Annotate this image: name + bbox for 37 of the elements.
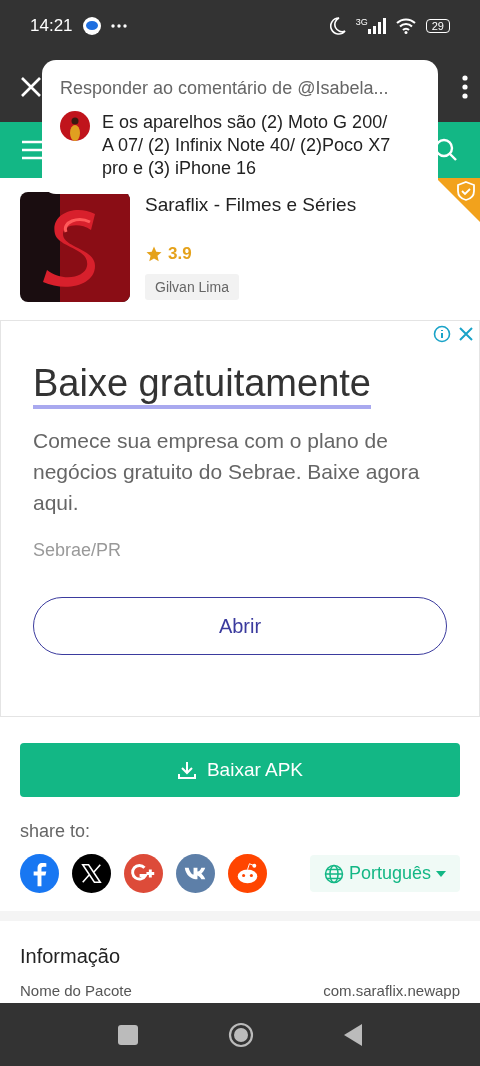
clock-time: 14:21 [30, 16, 73, 36]
google-icon[interactable] [124, 854, 163, 893]
ad-source: Sebrae/PR [33, 540, 123, 561]
facebook-icon[interactable] [20, 854, 59, 893]
recents-icon[interactable] [118, 1024, 138, 1045]
app-title: Saraflix - Filmes e Séries [145, 194, 357, 216]
avatar [60, 111, 90, 141]
ad-headline: Baixe gratuitamente [33, 361, 371, 409]
moon-icon [329, 17, 346, 35]
more-vertical-icon[interactable] [462, 75, 468, 99]
network-type: 3G [355, 17, 368, 27]
reddit-icon[interactable] [228, 854, 267, 893]
wifi-icon [395, 18, 416, 34]
close-icon[interactable] [20, 76, 42, 98]
home-icon[interactable] [228, 1021, 254, 1048]
signal-icon [367, 18, 386, 34]
back-icon[interactable] [344, 1023, 362, 1046]
info-icon[interactable] [433, 325, 451, 343]
star-icon [145, 245, 163, 263]
rating-value: 3.9 [168, 244, 192, 264]
info-label: Nome do Pacote [20, 982, 132, 999]
vk-icon[interactable] [176, 854, 215, 893]
caret-icon [436, 870, 446, 877]
section-heading: Informação [20, 945, 122, 968]
x-icon[interactable] [72, 854, 111, 893]
globe-icon [323, 863, 344, 884]
download-icon [176, 760, 197, 780]
open-button[interactable]: Abrir [33, 597, 447, 655]
info-value: com.saraflix.newapp [323, 982, 460, 999]
more-icon [110, 24, 127, 28]
popup-title: Responder ao comentário de @Isabela... [60, 78, 390, 99]
share-label: share to: [20, 821, 92, 842]
author-tag[interactable]: Gilvan Lima [145, 274, 239, 300]
battery-level: 29 [425, 19, 450, 33]
messenger-icon [82, 17, 101, 35]
ad-text: Comece sua empresa com o plano de negócios gratuito do Sebrae. Baixe agora aqui. [33, 428, 421, 516]
comment-text: E os aparelhos são (2) Moto G 200/ A 07/ (2) Infinix Note 40/ (2)Poco X7 pro e (3) iPhone 16 [102, 111, 392, 180]
